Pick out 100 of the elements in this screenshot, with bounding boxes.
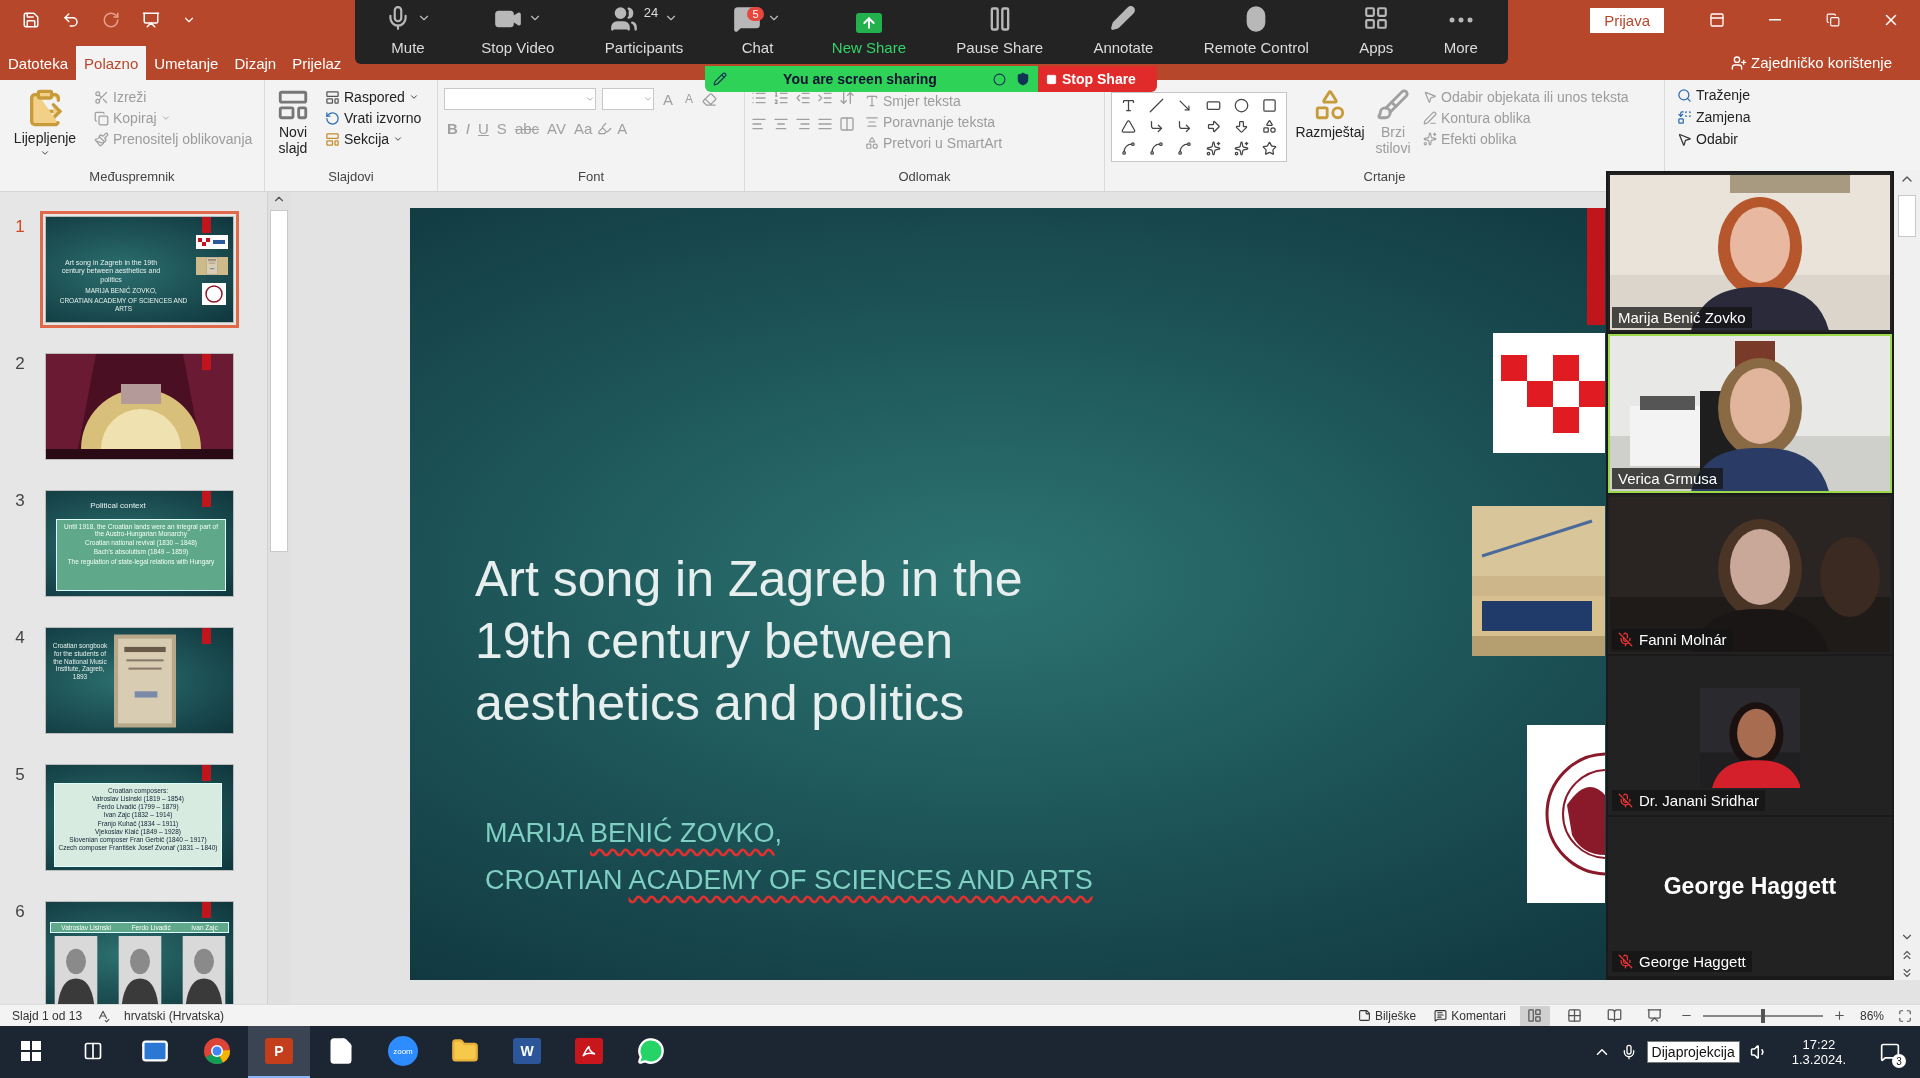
- toolbar-button[interactable]: Apps: [1359, 0, 1394, 64]
- new-slide-button[interactable]: Novi slajd: [271, 88, 315, 169]
- toolbar-button[interactable]: Remote Control: [1203, 0, 1309, 64]
- shape-icon[interactable]: [1205, 119, 1221, 135]
- ribbon-tab[interactable]: Polazno: [76, 46, 147, 80]
- shape-icon[interactable]: [1234, 98, 1249, 114]
- toolbar-button[interactable]: Mute: [385, 0, 431, 64]
- replace-button[interactable]: Zamjena: [1675, 108, 1753, 126]
- zoom-icon: zoom: [388, 1036, 418, 1066]
- shape-icon[interactable]: [1120, 119, 1136, 135]
- accent-bar: [202, 491, 211, 507]
- pointer-icon: [1423, 90, 1437, 104]
- ribbon-tab[interactable]: Dizajn: [226, 46, 285, 80]
- scrollbar-thumb[interactable]: [270, 210, 288, 552]
- shapes-gallery[interactable]: [1111, 92, 1287, 162]
- unread-badge: 5: [747, 7, 764, 21]
- language-button[interactable]: hrvatski (Hrvatska): [120, 1008, 229, 1023]
- layout-button[interactable]: Raspored: [323, 88, 424, 106]
- spellcheck-icon[interactable]: [96, 1008, 111, 1023]
- accent-bar: [202, 354, 211, 370]
- toolbar-button[interactable]: Pause Share: [956, 0, 1044, 64]
- fit-slide-icon[interactable]: [1898, 1008, 1912, 1023]
- taskbar-app[interactable]: zoom: [372, 1026, 434, 1078]
- page-down-icon[interactable]: [1900, 966, 1914, 980]
- shape-icon[interactable]: [1234, 140, 1249, 156]
- toolbar-button[interactable]: Annotate: [1093, 0, 1154, 64]
- participant-name: Fanni Molnár: [1639, 631, 1727, 648]
- record-icon[interactable]: [993, 72, 1006, 86]
- slide-title: aesthetics and politics: [475, 674, 966, 733]
- shield-icon[interactable]: [1016, 72, 1030, 86]
- search-icon: [1677, 87, 1692, 103]
- shape-icon[interactable]: [1149, 140, 1164, 156]
- powerpoint-icon: P: [265, 1038, 293, 1064]
- scrollbar-thumb[interactable]: [1898, 195, 1916, 237]
- copy-icon: [94, 110, 109, 126]
- toolbar-button[interactable]: Stop Video: [481, 0, 555, 64]
- taskbar-app[interactable]: P: [248, 1026, 310, 1078]
- chat-icon: [637, 1037, 665, 1065]
- ribbon-tab[interactable]: Prijelaz: [284, 46, 350, 80]
- section-button[interactable]: Sekcija: [323, 130, 424, 148]
- tooltip: Dijaprojekcija: [1646, 1041, 1740, 1063]
- save-icon[interactable]: [22, 11, 40, 29]
- find-button[interactable]: Traženje: [1675, 86, 1753, 104]
- undo-icon[interactable]: [62, 11, 80, 29]
- shape-icon[interactable]: [1262, 119, 1278, 135]
- accent-bar: [202, 217, 211, 233]
- toolbar-button[interactable]: More: [1443, 0, 1478, 64]
- shape-icon[interactable]: [1177, 119, 1193, 135]
- ribbon-tab[interactable]: Datoteka: [0, 46, 77, 80]
- select-button[interactable]: Odabir: [1675, 130, 1753, 148]
- normal-view-icon: [1527, 1008, 1543, 1023]
- group-label: Font: [577, 169, 605, 186]
- stop-share-button[interactable]: Stop Share: [1038, 66, 1157, 92]
- add-person-icon: [1731, 54, 1748, 71]
- scissors-icon: [94, 89, 109, 105]
- sign-in-button[interactable]: Prijava: [1590, 7, 1664, 33]
- swirl-icon: [581, 1043, 597, 1059]
- group-label: Odlomak: [897, 169, 952, 186]
- group-label: Crtanje: [1362, 169, 1407, 186]
- toolbar-button[interactable]: New Share: [831, 0, 906, 64]
- shape-icon[interactable]: [1262, 98, 1278, 114]
- replace-icon: [1677, 109, 1692, 125]
- accent-bar: [202, 902, 211, 918]
- zoom-in-icon[interactable]: [1832, 1009, 1846, 1022]
- redo-icon[interactable]: [102, 11, 120, 29]
- toolbar-button[interactable]: 24 Participants: [604, 0, 684, 64]
- zoom-percentage[interactable]: 86%: [1855, 1008, 1888, 1023]
- view-button[interactable]: [1519, 1005, 1550, 1026]
- font-name-field[interactable]: [444, 88, 596, 110]
- notifications-button[interactable]: 3: [1870, 1032, 1910, 1072]
- chrome-icon: [203, 1037, 231, 1065]
- brush-icon: [1376, 88, 1410, 122]
- paste-button[interactable]: Lijepljenje: [6, 88, 84, 169]
- shape-icon[interactable]: [1177, 140, 1193, 156]
- shape-icon[interactable]: [1205, 140, 1221, 156]
- taskbar-app[interactable]: W: [496, 1026, 558, 1078]
- shape-icon[interactable]: [1149, 98, 1164, 114]
- shape-icon[interactable]: [1234, 119, 1249, 135]
- slide-title: 19th century between: [475, 612, 955, 671]
- ribbon-tab[interactable]: Umetanje: [146, 46, 227, 80]
- notes-button[interactable]: Bilješke: [1353, 1008, 1421, 1023]
- caret-icon: [160, 113, 171, 123]
- shape-icon[interactable]: [1177, 98, 1193, 114]
- font-size-field[interactable]: [602, 88, 654, 110]
- shape-icon[interactable]: [1262, 140, 1278, 156]
- grid-icon: [1567, 1008, 1583, 1023]
- share-link[interactable]: Zajedničko korištenje: [1725, 53, 1898, 72]
- slide-counter[interactable]: Slajd 1 od 13: [8, 1008, 87, 1023]
- slide-number: 3: [14, 490, 26, 511]
- logo-icon: [196, 235, 228, 249]
- reset-button[interactable]: Vrati izvorno: [323, 109, 424, 127]
- arrange-button[interactable]: Razmještaj: [1295, 88, 1365, 169]
- clock-time: 17:22: [1802, 1037, 1836, 1052]
- shape-icon[interactable]: [1149, 119, 1164, 135]
- page-up-icon[interactable]: [1900, 948, 1914, 962]
- shape-icon[interactable]: [1120, 140, 1136, 156]
- comments-button[interactable]: Komentari: [1430, 1008, 1510, 1023]
- toolbar-button[interactable]: 5 Chat: [733, 0, 782, 64]
- slideshow-icon[interactable]: [142, 11, 160, 29]
- shape-icon[interactable]: [1120, 98, 1136, 114]
